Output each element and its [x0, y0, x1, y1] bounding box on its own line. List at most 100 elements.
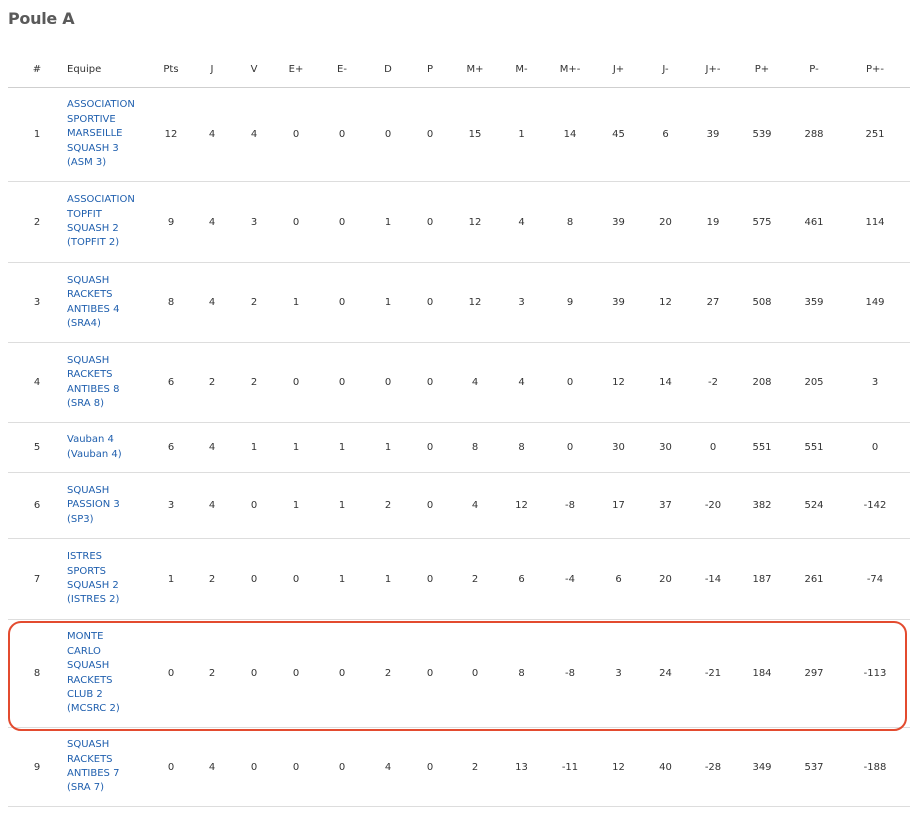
stat-cell: 39	[596, 262, 641, 343]
standings-table: # Equipe Pts J V E+ E- D P M+ M- M+- J+ J- J+- P+ P- P+- …	[8, 58, 910, 807]
table-row: 3 SQUASH RACKETS ANTIBES 4 (SRA4) 8 4 2 1 0 1 0 1…	[8, 262, 910, 343]
stat-cell: 4	[191, 727, 233, 807]
team-link[interactable]: ASSOCIATION SPORTIVE MARSEILLE SQUASH 3 …	[67, 98, 151, 170]
stat-cell: 0	[409, 538, 451, 620]
stat-cell: 40	[641, 727, 690, 807]
rank-cell: 4	[8, 342, 66, 423]
team-cell: MONTE CARLO SQUASH RACKETS CLUB 2 (MCSRC…	[66, 619, 151, 728]
header-row: # Equipe Pts J V E+ E- D P M+ M- M+- J+ J- J+- P+ P- P+-	[8, 58, 910, 88]
stat-cell: 6	[596, 538, 641, 620]
stat-cell: 551	[736, 422, 788, 473]
column-header: P+-	[840, 58, 910, 88]
stat-cell: 2	[451, 538, 499, 620]
stat-cell: 0	[690, 422, 736, 473]
column-header: J	[191, 58, 233, 88]
column-header: P-	[788, 58, 840, 88]
team-link[interactable]: ASSOCIATION TOPFIT SQUASH 2 (TOPFIT 2)	[67, 193, 151, 251]
stat-cell: 0	[317, 619, 367, 728]
team-link[interactable]: Vauban 4 (Vauban 4)	[67, 433, 151, 462]
stat-cell: 6	[151, 342, 191, 423]
stat-cell: 2	[367, 619, 409, 728]
stat-cell: 4	[191, 87, 233, 182]
stat-cell: 0	[317, 87, 367, 182]
stat-cell: 0	[451, 619, 499, 728]
column-header: M+	[451, 58, 499, 88]
stat-cell: 382	[736, 472, 788, 539]
column-header: Equipe	[66, 58, 151, 88]
stat-cell: 6	[499, 538, 544, 620]
stat-cell: 45	[596, 87, 641, 182]
stat-cell: 0	[409, 472, 451, 539]
table-header: # Equipe Pts J V E+ E- D P M+ M- M+- J+ J- J+- P+ P- P+-	[8, 58, 910, 88]
stat-cell: -21	[690, 619, 736, 728]
stat-cell: 4	[367, 727, 409, 807]
column-header: M-	[499, 58, 544, 88]
team-link[interactable]: MONTE CARLO SQUASH RACKETS CLUB 2 (MCSRC…	[67, 630, 151, 716]
stat-cell: 1	[317, 538, 367, 620]
stat-cell: 114	[840, 181, 910, 263]
stat-cell: 1	[233, 422, 275, 473]
column-header: E+	[275, 58, 317, 88]
stat-cell: 251	[840, 87, 910, 182]
team-cell: SQUASH RACKETS ANTIBES 8 (SRA 8)	[66, 342, 151, 423]
stat-cell: -8	[544, 472, 596, 539]
stat-cell: 0	[275, 619, 317, 728]
stat-cell: 0	[233, 727, 275, 807]
stat-cell: 14	[544, 87, 596, 182]
stat-cell: 184	[736, 619, 788, 728]
stat-cell: 0	[544, 342, 596, 423]
stat-cell: 0	[409, 181, 451, 263]
stat-cell: 0	[275, 538, 317, 620]
team-link[interactable]: SQUASH RACKETS ANTIBES 4 (SRA4)	[67, 274, 151, 332]
stat-cell: 205	[788, 342, 840, 423]
stat-cell: -188	[840, 727, 910, 807]
stat-cell: 4	[499, 342, 544, 423]
stat-cell: 4	[233, 87, 275, 182]
stat-cell: -4	[544, 538, 596, 620]
stat-cell: 551	[788, 422, 840, 473]
rank-cell: 5	[8, 422, 66, 473]
table-row: 4 SQUASH RACKETS ANTIBES 8 (SRA 8) 6 2 2 0 0 0 0…	[8, 342, 910, 423]
stat-cell: 359	[788, 262, 840, 343]
table-row: 5 Vauban 4 (Vauban 4) 6 4 1 1 1 1 0 8 8 0 30 30 0 551 55…	[8, 422, 910, 473]
column-header: P+	[736, 58, 788, 88]
stat-cell: 1	[317, 472, 367, 539]
stat-cell: 1	[275, 422, 317, 473]
column-header: V	[233, 58, 275, 88]
team-cell: SQUASH RACKETS ANTIBES 4 (SRA4)	[66, 262, 151, 343]
stat-cell: 508	[736, 262, 788, 343]
stat-cell: 3	[596, 619, 641, 728]
stat-cell: 4	[191, 181, 233, 263]
stat-cell: 261	[788, 538, 840, 620]
team-link[interactable]: SQUASH PASSION 3 (SP3)	[67, 484, 151, 527]
stat-cell: 2	[233, 262, 275, 343]
stat-cell: 4	[451, 472, 499, 539]
rank-cell: 9	[8, 727, 66, 807]
stat-cell: 4	[191, 262, 233, 343]
stat-cell: 0	[840, 422, 910, 473]
stat-cell: 8	[544, 181, 596, 263]
team-cell: ISTRES SPORTS SQUASH 2 (ISTRES 2)	[66, 538, 151, 620]
stat-cell: 6	[641, 87, 690, 182]
stat-cell: 12	[596, 342, 641, 423]
stat-cell: -142	[840, 472, 910, 539]
team-link[interactable]: SQUASH RACKETS ANTIBES 7 (SRA 7)	[67, 738, 151, 796]
stat-cell: 3	[499, 262, 544, 343]
stat-cell: 12	[499, 472, 544, 539]
stat-cell: 4	[499, 181, 544, 263]
column-header: J+	[596, 58, 641, 88]
rank-cell: 7	[8, 538, 66, 620]
stat-cell: -74	[840, 538, 910, 620]
team-link[interactable]: SQUASH RACKETS ANTIBES 8 (SRA 8)	[67, 354, 151, 412]
stat-cell: 1	[275, 472, 317, 539]
stat-cell: 0	[275, 342, 317, 423]
team-link[interactable]: ISTRES SPORTS SQUASH 2 (ISTRES 2)	[67, 550, 151, 608]
stat-cell: 4	[451, 342, 499, 423]
column-header: D	[367, 58, 409, 88]
rank-cell: 3	[8, 262, 66, 343]
stat-cell: 0	[233, 619, 275, 728]
column-header: E-	[317, 58, 367, 88]
stat-cell: 0	[317, 262, 367, 343]
rank-cell: 2	[8, 181, 66, 263]
stat-cell: 15	[451, 87, 499, 182]
